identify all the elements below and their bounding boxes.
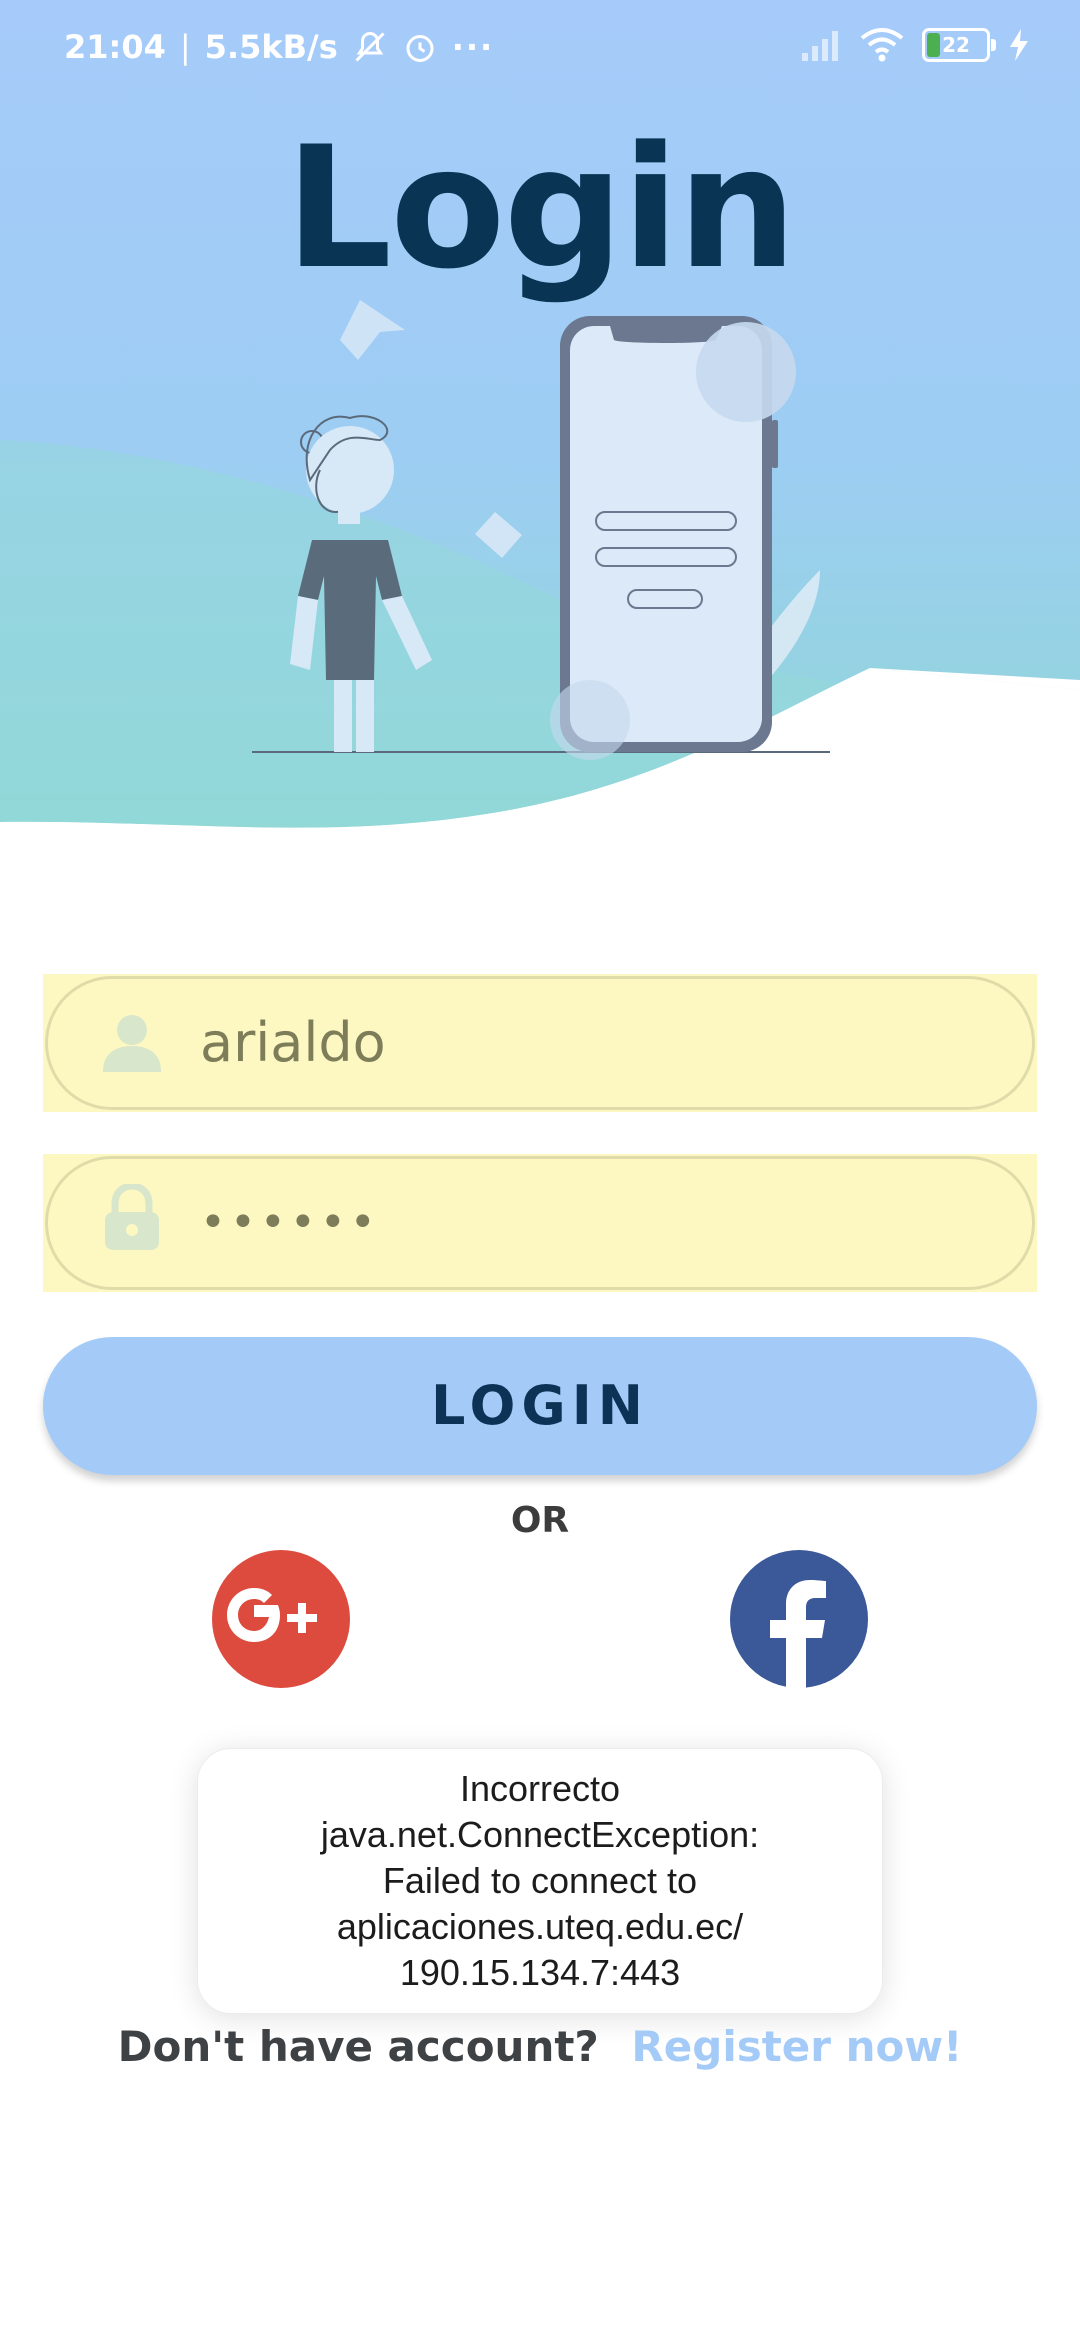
- battery-level: 22: [942, 33, 970, 57]
- battery-icon: 22: [922, 28, 996, 62]
- signal-icon: [802, 31, 838, 61]
- password-field-border: [45, 1156, 1035, 1290]
- user-icon: [103, 1015, 161, 1072]
- toast-line: java.net.ConnectException:: [320, 1814, 760, 1855]
- register-row: Don't have account? Register now!: [0, 2022, 1080, 2071]
- toast-line: Incorrecto: [459, 1768, 621, 1809]
- alarm-icon: [406, 35, 434, 62]
- lock-icon: [105, 1184, 159, 1250]
- login-illustration: [252, 300, 830, 760]
- google-plus-icon: [227, 1588, 317, 1642]
- status-speed: 5.5kB/s: [204, 28, 338, 66]
- toast-line: aplicaciones.uteq.edu.ec/: [336, 1906, 744, 1947]
- charging-icon: [1010, 29, 1028, 61]
- mute-icon: [355, 31, 385, 62]
- password-field[interactable]: ••••••: [43, 1154, 1037, 1292]
- login-button[interactable]: LOGIN: [43, 1337, 1037, 1475]
- register-prompt: Don't have account?: [117, 2022, 599, 2071]
- status-time: 21:04: [64, 28, 166, 66]
- error-toast: Incorrecto java.net.ConnectException: Fa…: [197, 1748, 883, 2014]
- wifi-icon: [860, 28, 904, 62]
- or-divider-label: OR: [510, 1500, 570, 1541]
- facebook-login-button[interactable]: [730, 1550, 868, 1688]
- toast-line: 190.15.134.7:443: [399, 1952, 681, 1993]
- username-field[interactable]: arialdo: [43, 974, 1037, 1112]
- more-icon: ···: [451, 28, 495, 66]
- status-separator: |: [179, 28, 191, 66]
- register-link[interactable]: Register now!: [631, 2022, 962, 2071]
- password-value: ••••••: [200, 1197, 380, 1248]
- page-title: Login: [285, 110, 797, 306]
- username-value: arialdo: [200, 1011, 386, 1074]
- username-field-border: [45, 976, 1035, 1110]
- status-bar: 21:04 | 5.5kB/s ··· 22: [0, 0, 1080, 100]
- google-login-button[interactable]: [212, 1550, 350, 1688]
- facebook-icon: [770, 1580, 826, 1688]
- toast-line: Failed to connect to: [382, 1860, 698, 1901]
